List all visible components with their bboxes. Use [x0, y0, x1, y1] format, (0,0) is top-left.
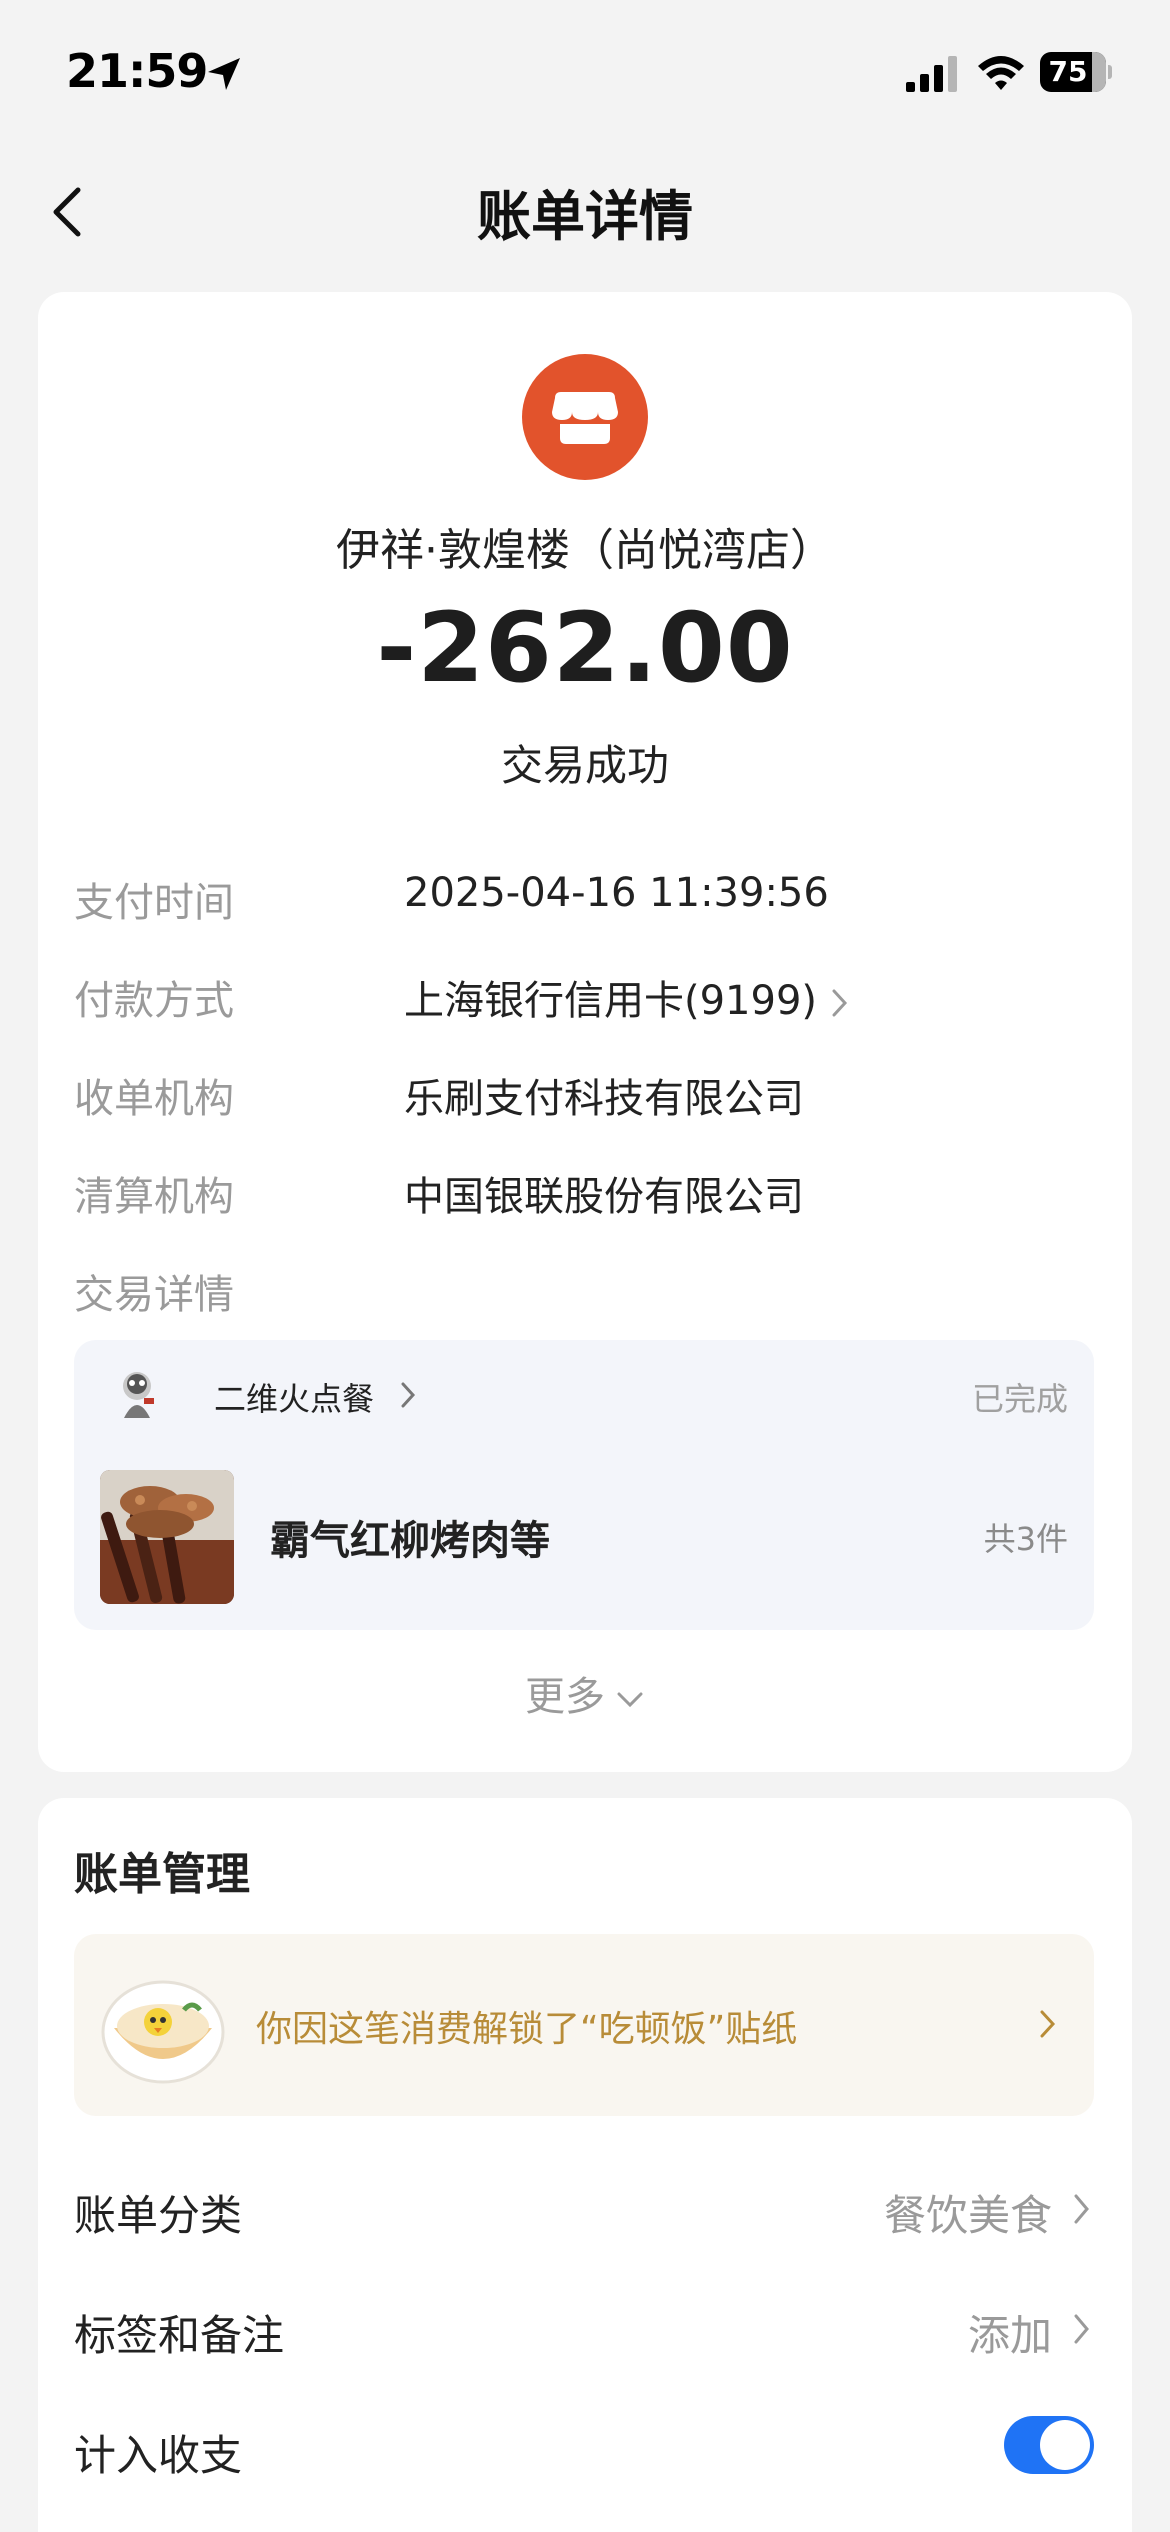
transaction-status: 交易成功 [500, 741, 669, 790]
sticker-text: 你因这笔消费解锁了“吃顿饭”贴纸 [256, 2009, 798, 2050]
merchant-name: 伊祥·敦煌楼（尚悦湾店） [336, 525, 834, 576]
transaction-amount: -262.00 [376, 592, 794, 704]
location-arrow-icon [208, 58, 240, 90]
chevron-right-icon [1074, 2314, 1089, 2344]
chevron-right-icon [1040, 2010, 1056, 2038]
section-title: 账单管理 [74, 1849, 250, 1900]
detail-label: 交易详情 [74, 1272, 234, 1318]
order-count: 共3件 [983, 1520, 1068, 1558]
sticker-banner[interactable]: 你因这笔消费解锁了“吃顿饭”贴纸 [74, 1934, 1094, 2116]
status-time: 21:59 [66, 44, 208, 98]
chevron-right-icon [401, 1382, 416, 1408]
detail-value: 乐刷支付科技有限公司 [404, 1076, 804, 1122]
order-card[interactable]: 二维火点餐 已完成 霸气红柳烤肉等 共3件 [74, 1340, 1094, 1630]
include-toggle[interactable] [1004, 2416, 1094, 2474]
setting-value: 添加 [967, 2311, 1052, 2360]
detail-row-clearing: 清算机构 中国银联股份有限公司 [74, 1164, 1094, 1224]
detail-label: 付款方式 [74, 978, 234, 1024]
toggle-knob [1040, 2420, 1090, 2470]
tags-notes-row[interactable]: 标签和备注 添加 [74, 2292, 1094, 2362]
chevron-down-icon [617, 1692, 643, 1708]
detail-label: 收单机构 [74, 1076, 234, 1122]
setting-label: 账单分类 [74, 2191, 243, 2240]
detail-value: 2025-04-16 11:39:56 [404, 870, 829, 916]
setting-label: 标签和备注 [74, 2311, 285, 2360]
detail-row-payment-method[interactable]: 付款方式 上海银行信用卡(9199) [74, 968, 1094, 1028]
nav-bar: 账单详情 [0, 150, 1170, 270]
battery-level: 75 [1048, 55, 1088, 88]
cellular-signal-icon [906, 56, 957, 92]
battery-icon: 75 [1040, 52, 1112, 92]
detail-label: 清算机构 [74, 1174, 234, 1220]
order-title: 霸气红柳烤肉等 [270, 1518, 550, 1564]
page-title: 账单详情 [477, 185, 693, 248]
include-income-expense-row: 计入收支 [74, 2412, 1094, 2482]
detail-row-pay-time: 支付时间 2025-04-16 11:39:56 [74, 870, 1094, 930]
order-status: 已完成 [971, 1380, 1068, 1418]
chevron-right-icon [832, 989, 848, 1017]
setting-value: 餐饮美食 [883, 2191, 1052, 2240]
detail-value: 中国银联股份有限公司 [404, 1174, 804, 1220]
detail-row-transaction-detail: 交易详情 [74, 1262, 1094, 1322]
detail-row-acquirer: 收单机构 乐刷支付科技有限公司 [74, 1066, 1094, 1126]
order-app-avatar-icon [123, 1372, 154, 1418]
bill-category-row[interactable]: 账单分类 餐饮美食 [74, 2172, 1094, 2242]
meal-sticker-icon [101, 1980, 225, 2084]
bill-card: 伊祥·敦煌楼（尚悦湾店） -262.00 交易成功 支付时间 2025-04-1… [38, 292, 1132, 1772]
chevron-right-icon [1074, 2194, 1089, 2224]
payment-method-link[interactable]: 上海银行信用卡(9199) [404, 968, 851, 1026]
more-button[interactable]: 更多 [38, 1664, 1132, 1722]
bill-management-card: 账单管理 你因这笔消费解锁了“吃顿饭”贴纸 账单分类 餐饮美食 标签和备注 添加… [38, 1798, 1132, 2532]
order-source[interactable]: 二维火点餐 [214, 1374, 374, 1420]
store-icon [522, 354, 648, 480]
setting-label: 计入收支 [74, 2431, 243, 2480]
status-bar: 21:59 75 [0, 0, 1170, 150]
detail-value: 上海银行信用卡(9199) [404, 978, 818, 1024]
wifi-icon [978, 56, 1024, 90]
detail-label: 支付时间 [74, 880, 234, 926]
more-label: 更多 [525, 1674, 605, 1720]
order-thumbnail [100, 1470, 234, 1604]
